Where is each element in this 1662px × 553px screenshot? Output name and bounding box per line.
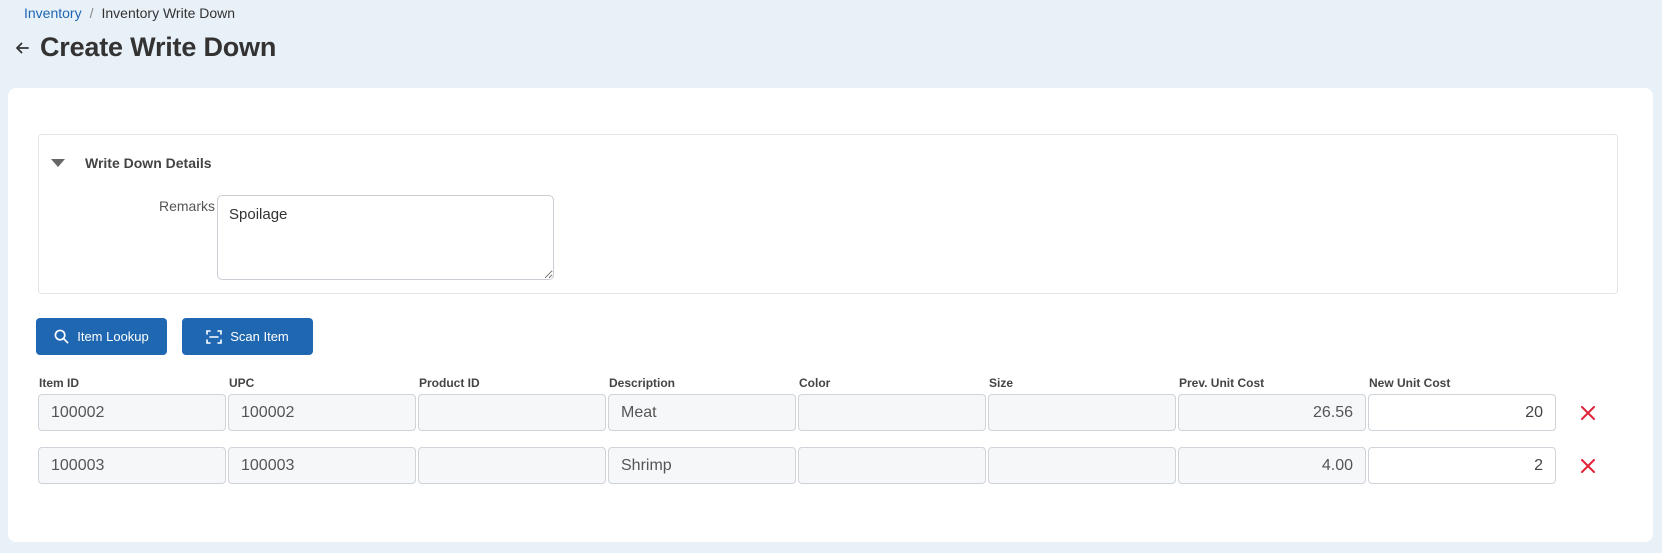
remarks-input[interactable]: Spoilage: [217, 195, 554, 280]
header-new-unit-cost: New Unit Cost: [1369, 376, 1451, 390]
remarks-label: Remarks: [158, 198, 215, 214]
page-title: Create Write Down: [40, 32, 277, 62]
item-id-field: 100003: [38, 447, 226, 484]
breadcrumb-inventory-link[interactable]: Inventory: [24, 5, 82, 21]
product-id-field: [418, 447, 606, 484]
prev-unit-cost-field: 4.00: [1178, 447, 1366, 484]
table-row: 100003 100003 Shrimp 4.00 2: [38, 447, 1600, 484]
scan-item-button[interactable]: Scan Item: [182, 318, 313, 355]
write-down-details-panel: Write Down Details Remarks Spoilage: [38, 134, 1618, 294]
caret-down-icon: [51, 159, 65, 167]
prev-unit-cost-field: 26.56: [1178, 394, 1366, 431]
color-field: [798, 394, 986, 431]
details-panel-title: Write Down Details: [85, 155, 212, 171]
write-down-card: Write Down Details Remarks Spoilage Item…: [8, 88, 1653, 542]
item-lookup-button[interactable]: Item Lookup: [36, 318, 167, 355]
item-id-field: 100002: [38, 394, 226, 431]
breadcrumb: Inventory / Inventory Write Down: [24, 5, 235, 21]
page-header: Create Write Down: [14, 32, 276, 63]
header-color: Color: [799, 376, 831, 390]
breadcrumb-current: Inventory Write Down: [101, 5, 236, 21]
breadcrumb-separator: /: [89, 5, 94, 21]
table-row: 100002 100002 Meat 26.56 20: [38, 394, 1600, 431]
upc-field: 100003: [228, 447, 416, 484]
upc-field: 100002: [228, 394, 416, 431]
arrow-left-icon[interactable]: [14, 39, 32, 57]
header-description: Description: [609, 376, 676, 390]
size-field: [988, 394, 1176, 431]
header-prev-unit-cost: Prev. Unit Cost: [1179, 376, 1265, 390]
scan-icon: [206, 329, 223, 344]
header-upc: UPC: [229, 376, 255, 390]
close-icon[interactable]: [1576, 454, 1600, 478]
header-item-id: Item ID: [39, 376, 80, 390]
scan-item-label: Scan Item: [230, 329, 289, 344]
close-icon[interactable]: [1576, 401, 1600, 425]
search-icon: [54, 329, 69, 344]
details-panel-toggle[interactable]: Write Down Details: [51, 155, 212, 171]
size-field: [988, 447, 1176, 484]
item-lookup-label: Item Lookup: [77, 329, 149, 344]
color-field: [798, 447, 986, 484]
description-field: Meat: [608, 394, 796, 431]
product-id-field: [418, 394, 606, 431]
new-unit-cost-input[interactable]: 2: [1368, 447, 1556, 484]
items-grid: Item ID UPC Product ID Description Color…: [38, 376, 1595, 484]
description-field: Shrimp: [608, 447, 796, 484]
grid-header: Item ID UPC Product ID Description Color…: [38, 376, 1558, 392]
header-size: Size: [989, 376, 1014, 390]
header-product-id: Product ID: [419, 376, 480, 390]
new-unit-cost-input[interactable]: 20: [1368, 394, 1556, 431]
